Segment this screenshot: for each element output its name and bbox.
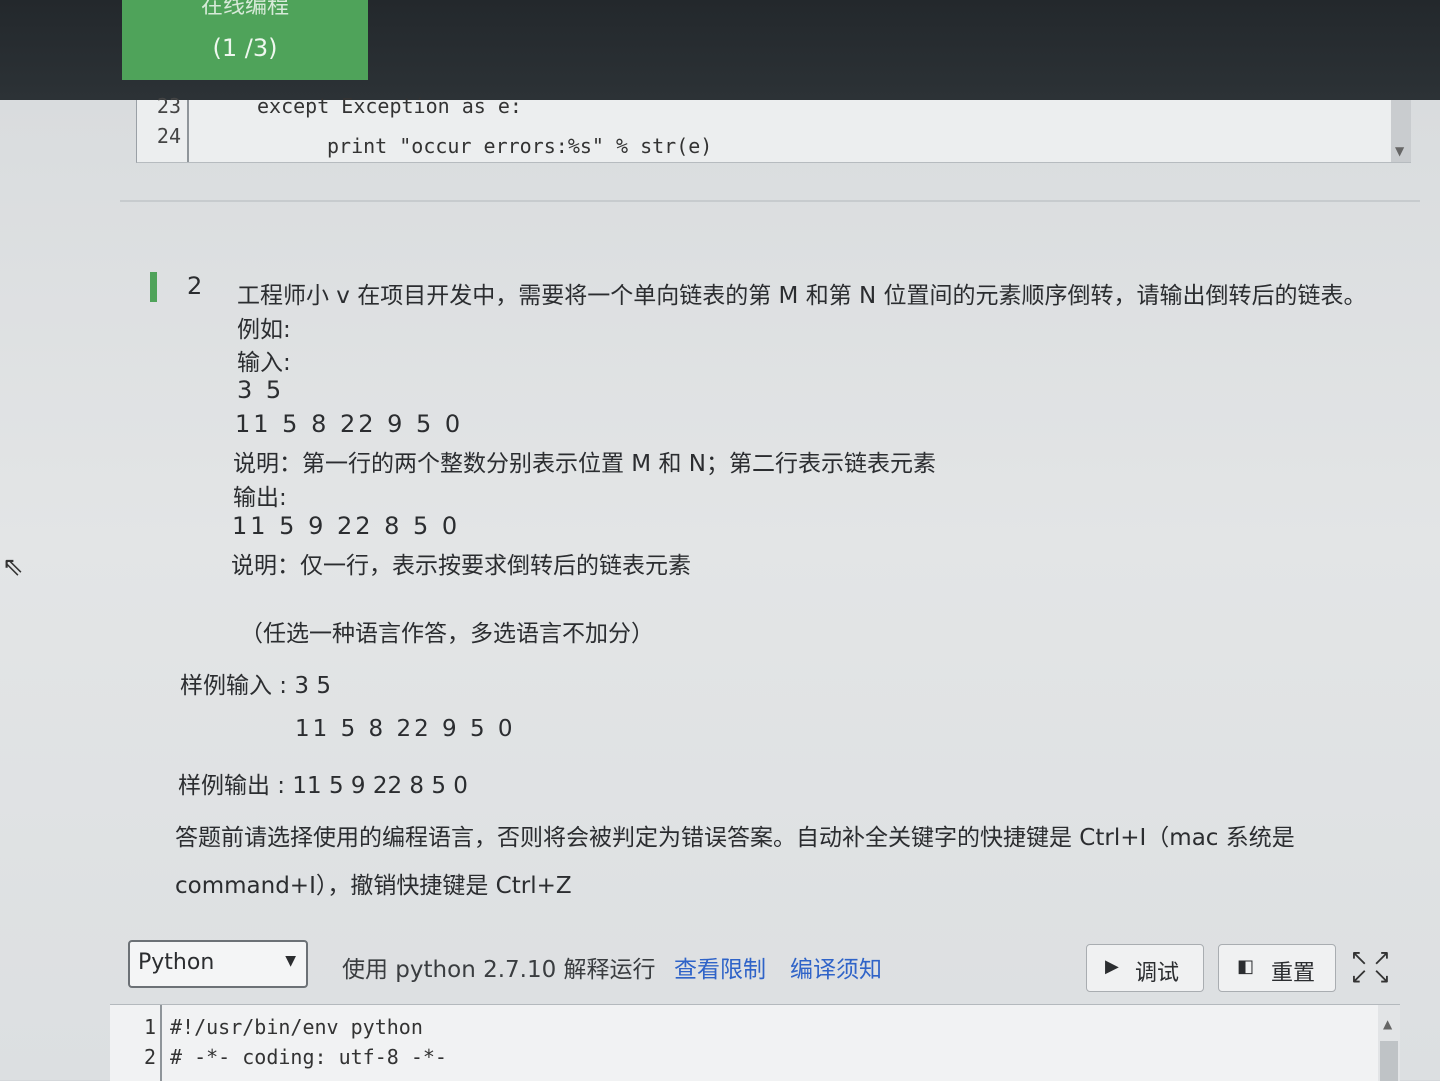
sample-input-label: 样例输入 : 3 5 xyxy=(180,673,331,699)
sample-output-label: 样例输出 : 11 5 9 22 8 5 0 xyxy=(178,773,468,799)
debug-button[interactable]: ▶ 调试 xyxy=(1086,944,1204,992)
scrollbar[interactable]: ▲ xyxy=(1378,1005,1400,1081)
debug-button-label: 调试 xyxy=(1135,961,1180,986)
sample-input-value: 11 5 8 22 9 5 0 xyxy=(295,716,516,742)
line-number: 2 xyxy=(143,1045,156,1069)
instructions: command+I），撤销快捷键是 Ctrl+Z xyxy=(175,873,572,899)
caret-down-icon: ▼ xyxy=(285,953,296,969)
language-select-value: Python xyxy=(138,950,215,975)
code-line[interactable]: # -*- coding: utf-8 -*- xyxy=(170,1045,447,1069)
top-bar: 在线编程 (1 /3) xyxy=(0,0,1440,100)
line-number: 24 xyxy=(156,124,181,148)
language-note: （任选一种语言作答，多选语言不加分） xyxy=(240,621,654,647)
question-marker xyxy=(150,272,157,302)
output-value: 11 5 9 22 8 5 0 xyxy=(232,512,461,540)
play-icon: ▶ xyxy=(1105,956,1119,977)
divider xyxy=(120,200,1420,202)
reset-button[interactable]: ◧ 重置 xyxy=(1218,944,1336,992)
question-number: 2 xyxy=(187,272,203,300)
scrollbar-thumb[interactable] xyxy=(1380,1041,1398,1081)
question-title: 工程师小 v 在项目开发中，需要将一个单向链表的第 M 和第 N 位置间的元素顺… xyxy=(237,283,1367,309)
input-description: 说明：第一行的两个整数分别表示位置 M 和 N；第二行表示链表元素 xyxy=(233,451,936,477)
input-value: 3 5 xyxy=(237,376,285,404)
scroll-up-icon[interactable]: ▲ xyxy=(1383,1017,1392,1031)
reset-button-label: 重置 xyxy=(1271,961,1316,986)
input-value: 11 5 8 22 9 5 0 xyxy=(235,410,464,438)
scroll-down-icon[interactable]: ▼ xyxy=(1395,144,1404,158)
compile-notes-link[interactable]: 编译须知 xyxy=(790,950,882,984)
instructions: 答题前请选择使用的编程语言，否则将会被判定为错误答案。自动补全关键字的快捷键是 … xyxy=(175,825,1295,851)
input-label: 输入: xyxy=(237,350,291,376)
code-editor[interactable]: 1 2 #!/usr/bin/env python # -*- coding: … xyxy=(110,1004,1400,1081)
line-number-gutter: 1 2 xyxy=(138,1005,162,1081)
reset-icon: ◧ xyxy=(1237,956,1255,977)
language-select[interactable]: Python ▼ xyxy=(128,940,308,988)
runtime-info: 使用 python 2.7.10 解释运行 xyxy=(342,957,656,983)
mouse-cursor-icon: ⇖ xyxy=(2,552,24,582)
example-label: 例如: xyxy=(237,317,291,343)
code-line[interactable]: print "occur errors:%s" % str(e) xyxy=(327,134,712,158)
fullscreen-icon[interactable]: ↖↗ ↙↘ xyxy=(1350,948,1395,988)
section-title: 在线编程 xyxy=(200,0,289,19)
line-number-gutter: 23 24 xyxy=(137,94,189,162)
scrollbar[interactable]: ▼ xyxy=(1391,100,1411,162)
output-description: 说明：仅一行，表示按要求倒转后的链表元素 xyxy=(231,553,691,579)
previous-code-editor[interactable]: 23 24 except Exception as e: print "occu… xyxy=(136,94,1411,163)
code-line[interactable]: except Exception as e: xyxy=(257,94,522,118)
question-progress: (1 /3) xyxy=(212,34,278,62)
view-limits-link[interactable]: 查看限制 xyxy=(674,950,766,984)
question-progress-panel[interactable]: 在线编程 (1 /3) xyxy=(122,0,368,80)
main-content: 23 24 except Exception as e: print "occu… xyxy=(0,94,1440,1081)
output-label: 输出: xyxy=(233,485,287,511)
line-number: 23 xyxy=(156,94,181,118)
code-line[interactable]: #!/usr/bin/env python xyxy=(170,1015,423,1039)
editor-toolbar: Python ▼ 使用 python 2.7.10 解释运行 查看限制 编译须知… xyxy=(110,920,1420,1000)
line-number: 1 xyxy=(143,1015,156,1039)
